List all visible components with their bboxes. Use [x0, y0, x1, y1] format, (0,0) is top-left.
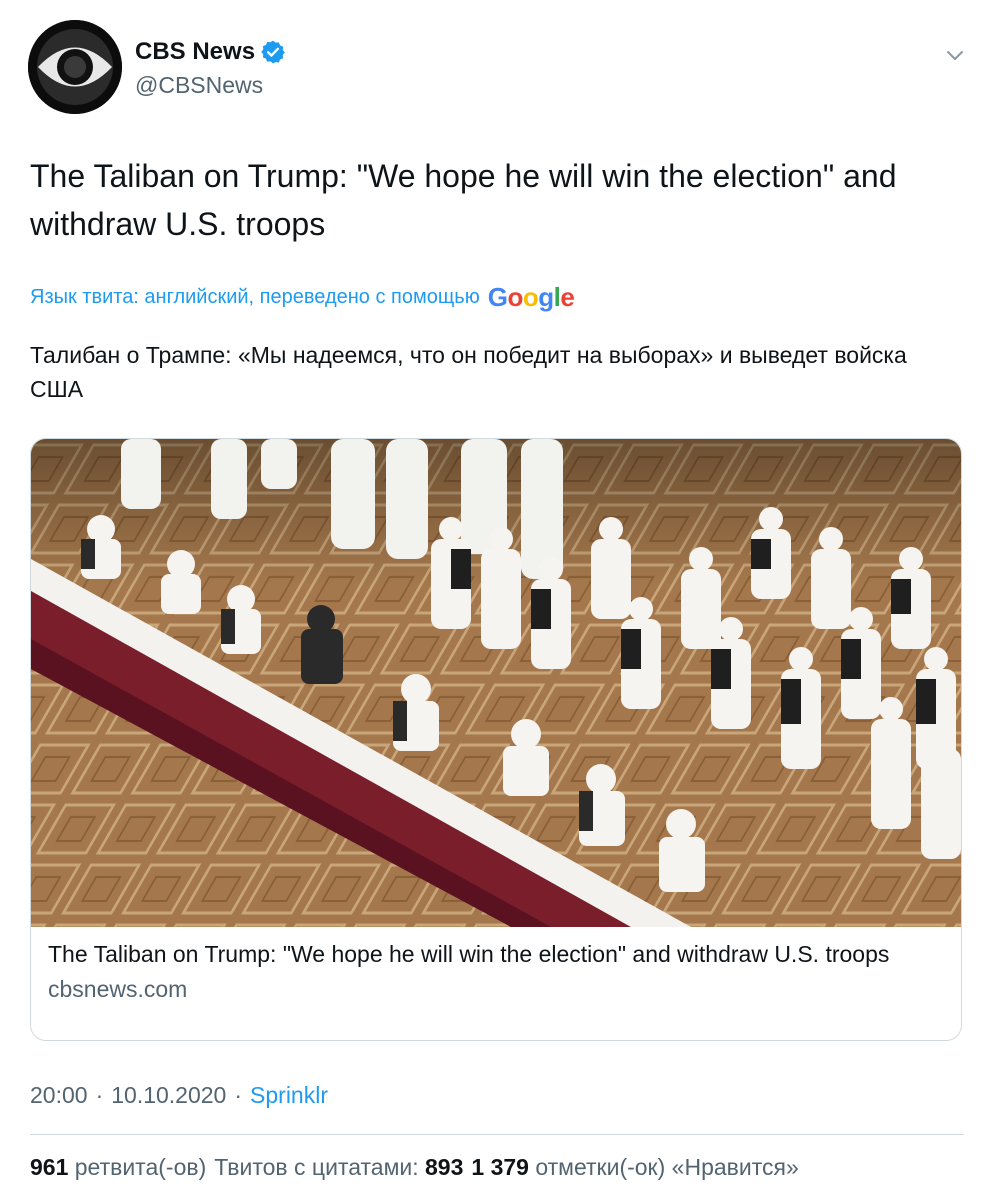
author-info[interactable]: CBS News @CBSNews: [135, 38, 286, 99]
quotes-count: 893: [425, 1154, 464, 1180]
tweet-date[interactable]: 10.10.2020: [111, 1082, 226, 1109]
verified-badge-icon: [260, 39, 286, 65]
retweets-label: ретвита(-ов): [74, 1154, 207, 1180]
translation-notice[interactable]: Язык твита: английский, переведено с пом…: [30, 282, 575, 313]
cbs-eye-logo-icon: [28, 20, 122, 114]
retweets-count: 961: [30, 1154, 69, 1180]
retweets-stat[interactable]: 961 ретвита(-ов): [30, 1154, 206, 1181]
avatar[interactable]: [28, 20, 122, 114]
meta-separator: ·: [95, 1082, 104, 1108]
translation-notice-label[interactable]: Язык твита: английский, переведено с пом…: [30, 286, 480, 309]
likes-count: 1 379: [471, 1154, 529, 1180]
tweet-header: CBS News @CBSNews: [28, 20, 968, 116]
likes-stat[interactable]: 1 379 отметки(-ок) «Нравится»: [471, 1154, 798, 1181]
likes-label: отметки(-ок) «Нравится»: [535, 1154, 799, 1180]
divider: [30, 1134, 964, 1135]
tweet-source-link[interactable]: Sprinklr: [250, 1082, 328, 1109]
card-title[interactable]: The Taliban on Trump: "We hope he will w…: [48, 939, 948, 970]
quotes-label: Твитов с цитатами:: [214, 1154, 419, 1180]
author-name-row[interactable]: CBS News: [135, 38, 286, 66]
google-logo: Google: [487, 282, 575, 312]
card-image[interactable]: [31, 439, 962, 927]
card-body[interactable]: The Taliban on Trump: "We hope he will w…: [48, 939, 948, 1003]
link-card[interactable]: The Taliban on Trump: "We hope he will w…: [30, 438, 962, 1041]
author-name[interactable]: CBS News: [135, 38, 255, 66]
meta-separator: ·: [234, 1082, 243, 1108]
tweet-text: The Taliban on Trump: "We hope he will w…: [30, 158, 897, 242]
quotes-stat[interactable]: Твитов с цитатами: 893: [214, 1154, 463, 1181]
tweet-meta: 20:00 · 10.10.2020 · Sprinklr: [30, 1082, 328, 1109]
author-handle[interactable]: @CBSNews: [135, 72, 286, 99]
tweet-stats: 961 ретвита(-ов) Твитов с цитатами: 893 …: [30, 1154, 799, 1181]
tweet-time[interactable]: 20:00: [30, 1082, 88, 1109]
card-domain[interactable]: cbsnews.com: [48, 976, 948, 1003]
translated-text: Талибан о Трампе: «Мы надеемся, что он п…: [30, 342, 907, 402]
chevron-down-icon[interactable]: [942, 42, 968, 68]
